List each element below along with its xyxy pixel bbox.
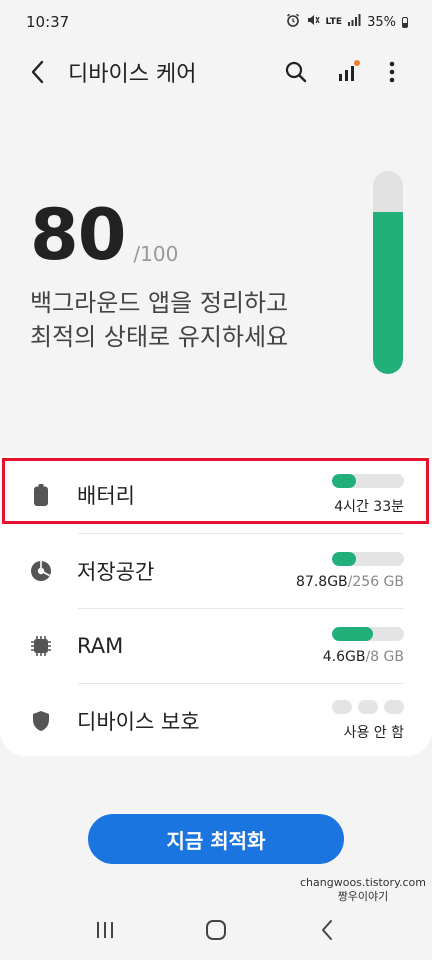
device-protection-row[interactable]: 디바이스 보호 사용 안 함 <box>0 684 432 758</box>
shield-icon <box>30 710 52 732</box>
storage-used: 87.8GB <box>296 574 348 590</box>
back-nav-icon <box>321 920 332 940</box>
score-description: 백그라운드 앱을 정리하고 최적의 상태로 유지하세요 <box>30 286 350 354</box>
more-vert-icon <box>389 61 395 83</box>
storage-pie-icon <box>30 560 52 582</box>
stats-button[interactable] <box>328 52 368 92</box>
score-gauge-fill <box>373 211 403 374</box>
battery-percent: 35% <box>367 14 396 30</box>
more-options-button[interactable] <box>372 52 412 92</box>
signal-icon <box>348 14 361 30</box>
score-gauge <box>373 171 403 374</box>
ram-label: RAM <box>77 634 124 658</box>
alarm-icon <box>286 13 300 31</box>
storage-label: 저장공간 <box>77 560 155 584</box>
ram-chip-icon <box>30 635 52 657</box>
ram-total: /8 GB <box>365 649 404 665</box>
back-button[interactable] <box>20 54 56 90</box>
status-dot <box>384 700 404 714</box>
score-description-line1: 백그라운드 앱을 정리하고 <box>30 289 289 317</box>
ram-level-fill <box>332 627 374 641</box>
protection-status-dots <box>332 700 404 714</box>
recents-button[interactable] <box>75 910 135 950</box>
lte-icon: LTE <box>325 17 343 27</box>
storage-value: 87.8GB/256 GB <box>296 574 404 590</box>
recents-icon <box>97 922 114 938</box>
notification-dot <box>354 60 360 66</box>
ram-level-bar <box>332 627 404 641</box>
watermark-url: changwoos.tistory.com <box>300 876 426 889</box>
search-icon <box>285 61 307 83</box>
storage-total: /256 GB <box>347 574 404 590</box>
storage-level-bar <box>332 552 404 566</box>
page-title: 디바이스 케어 <box>68 62 197 87</box>
home-button[interactable] <box>186 910 246 950</box>
back-nav-button[interactable] <box>297 910 357 950</box>
ram-value: 4.6GB/8 GB <box>323 649 404 665</box>
status-dot <box>358 700 378 714</box>
back-icon <box>31 60 44 84</box>
status-bar: 10:37 LTE 35% <box>0 0 432 44</box>
status-time: 10:37 <box>26 13 70 31</box>
app-bar: 디바이스 케어 <box>0 46 432 98</box>
score-max: /100 <box>133 242 179 266</box>
home-icon <box>205 920 226 940</box>
device-score: 80 /100 <box>30 200 178 270</box>
device-protection-label: 디바이스 보호 <box>77 710 200 734</box>
ram-row[interactable]: RAM 4.6GB/8 GB <box>0 609 432 683</box>
search-button[interactable] <box>276 52 316 92</box>
storage-level-fill <box>332 552 357 566</box>
status-dot <box>332 700 352 714</box>
highlight-box <box>2 458 429 524</box>
status-icons: LTE 35% <box>286 13 408 31</box>
navigation-bar <box>0 900 432 960</box>
score-description-line2: 최적의 상태로 유지하세요 <box>30 323 289 351</box>
optimize-now-button[interactable]: 지금 최적화 <box>88 814 344 864</box>
battery-status-icon <box>402 16 408 28</box>
score-value: 80 <box>30 194 126 276</box>
ram-used: 4.6GB <box>322 649 366 665</box>
storage-row[interactable]: 저장공간 87.8GB/256 GB <box>0 534 432 608</box>
mute-icon <box>306 13 320 31</box>
device-protection-value: 사용 안 함 <box>343 725 404 741</box>
